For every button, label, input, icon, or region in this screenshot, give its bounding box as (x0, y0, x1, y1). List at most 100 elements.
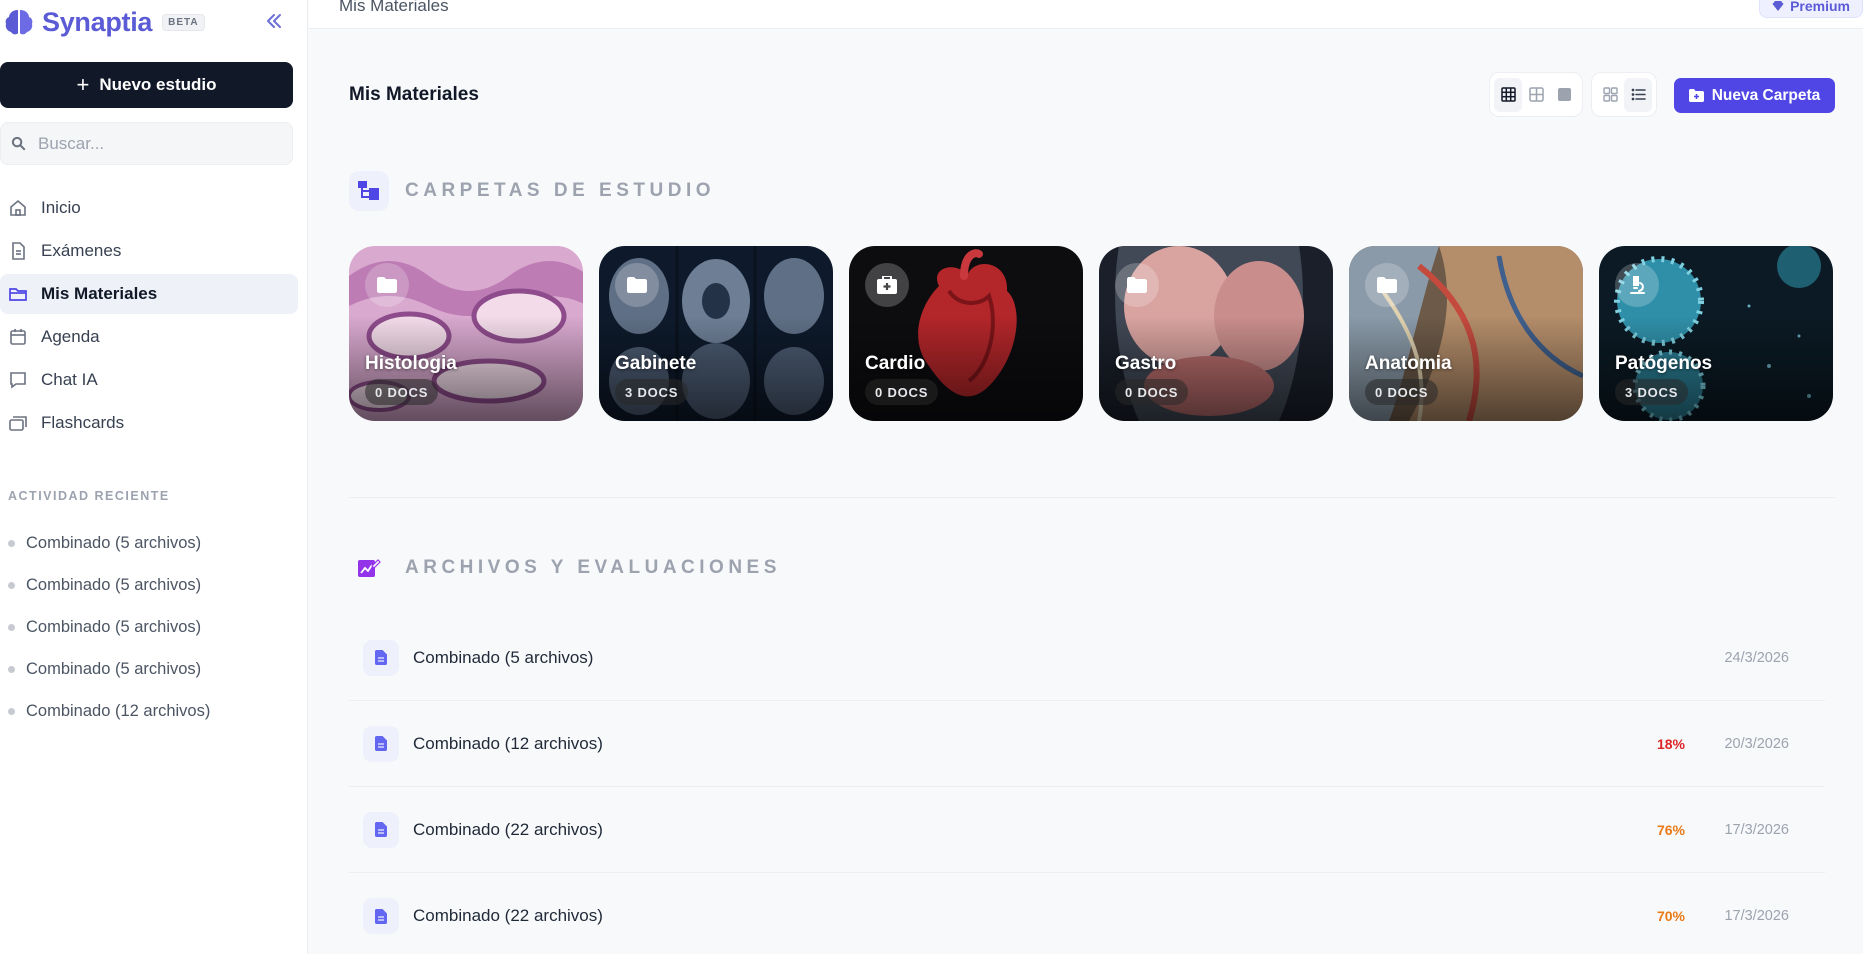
search-input[interactable] (38, 133, 278, 154)
folder-name: Patógenos (1615, 353, 1713, 374)
page-title: Mis Materiales (349, 84, 479, 105)
file-date: 17/3/2026 (1724, 821, 1789, 838)
diamond-icon (1772, 1, 1784, 11)
file-row[interactable]: Combinado (22 archivos) 70% 17/3/2026 (349, 873, 1825, 954)
recent-item-label: Combinado (5 archivos) (26, 533, 202, 552)
folder-doc-count: 3 DOCS (1615, 379, 1689, 405)
sidebar-item-label: Flashcards (41, 413, 125, 432)
brand[interactable]: Synaptia BETA (4, 6, 205, 38)
sidebar-item-label: Inicio (41, 198, 81, 217)
folder-doc-count: 0 DOCS (1115, 379, 1189, 405)
file-icon (363, 811, 399, 848)
dense-grid-button[interactable] (1494, 77, 1522, 112)
file-date: 24/3/2026 (1724, 649, 1789, 666)
folder-card-patogenos[interactable]: Patógenos 3 DOCS (1599, 246, 1833, 421)
section-divider (349, 497, 1835, 498)
collapse-sidebar-button[interactable] (262, 8, 286, 34)
folder-name: Histologia (365, 353, 457, 374)
folder-tree-icon (349, 171, 389, 211)
folder-icon (8, 284, 28, 304)
cards-icon (8, 413, 28, 433)
folders-section-title: CARPETAS DE ESTUDIO (405, 180, 716, 201)
grid-view-button[interactable] (1596, 78, 1624, 112)
file-row[interactable]: Combinado (22 archivos) 76% 17/3/2026 (349, 787, 1825, 873)
medical-kit-icon (865, 263, 909, 307)
bullet-dot (8, 539, 15, 547)
folder-icon (615, 263, 659, 307)
square-icon (1557, 88, 1571, 101)
sidebar-item-flashcards[interactable]: Flashcards (0, 403, 298, 443)
file-row[interactable]: Combinado (5 archivos) 24/3/2026 (349, 615, 1825, 701)
recent-item-label: Combinado (5 archivos) (26, 575, 202, 594)
chat-icon (8, 370, 28, 390)
recent-activity-list: Combinado (5 archivos) Combinado (5 arch… (8, 522, 298, 732)
folder-icon (365, 263, 409, 307)
folder-name: Cardio (865, 353, 926, 374)
file-row[interactable]: Combinado (12 archivos) 18% 20/3/2026 (349, 701, 1825, 787)
folder-name: Gabinete (615, 353, 697, 374)
recent-item-label: Combinado (12 archivos) (26, 701, 211, 720)
sidebar-item-label: Exámenes (41, 241, 122, 260)
medium-grid-button[interactable] (1522, 78, 1550, 112)
files-section-header: ARCHIVOS Y EVALUACIONES (349, 548, 781, 588)
folder-card-gastro[interactable]: Gastro 0 DOCS (1099, 246, 1333, 421)
search-icon (11, 136, 26, 151)
recent-item[interactable]: Combinado (5 archivos) (8, 522, 298, 564)
folder-card-histologia[interactable]: Histologia 0 DOCS (349, 246, 583, 421)
beta-badge: BETA (162, 13, 205, 31)
folder-icon (1115, 263, 1159, 307)
list-view-button[interactable] (1624, 77, 1652, 112)
search-box (0, 122, 293, 165)
folder-card-anatomia[interactable]: Anatomia 0 DOCS (1349, 246, 1583, 421)
top-bar: Mis Materiales Premium (309, 0, 1863, 29)
sidebar-item-inicio[interactable]: Inicio (0, 188, 298, 228)
file-score: 18% (1656, 735, 1685, 752)
file-score: 76% (1656, 821, 1685, 838)
bullet-dot (8, 623, 15, 631)
bullet-dot (8, 665, 15, 673)
folder-card-gabinete[interactable]: Gabinete 3 DOCS (599, 246, 833, 421)
folder-doc-count: 0 DOCS (1365, 379, 1439, 405)
recent-item-label: Combinado (5 archivos) (26, 659, 202, 678)
large-grid-button[interactable] (1550, 78, 1578, 112)
microscope-icon (1615, 263, 1659, 307)
bullet-dot (8, 581, 15, 589)
folder-doc-count: 3 DOCS (615, 379, 689, 405)
premium-badge[interactable]: Premium (1759, 0, 1863, 18)
home-icon (8, 198, 28, 218)
recent-item[interactable]: Combinado (5 archivos) (8, 564, 298, 606)
new-study-button[interactable]: + Nuevo estudio (0, 62, 293, 108)
premium-label: Premium (1790, 0, 1850, 14)
sidebar-item-label: Chat IA (41, 370, 98, 389)
sidebar-item-chat-ia[interactable]: Chat IA (0, 360, 298, 400)
sidebar-item-examenes[interactable]: Exámenes (0, 231, 298, 271)
file-name: Combinado (22 archivos) (413, 906, 603, 925)
file-date: 20/3/2026 (1724, 735, 1789, 752)
layout-toggle (1591, 72, 1657, 117)
recent-item[interactable]: Combinado (5 archivos) (8, 606, 298, 648)
file-date: 17/3/2026 (1724, 908, 1789, 924)
sidebar-item-agenda[interactable]: Agenda (0, 317, 298, 357)
file-name: Combinado (5 archivos) (413, 647, 594, 667)
plus-icon: + (76, 72, 90, 97)
chevrons-left-icon (267, 14, 281, 28)
files-list: Combinado (5 archivos) 24/3/2026 Combina… (349, 615, 1825, 954)
file-icon (363, 898, 399, 934)
recent-item[interactable]: Combinado (12 archivos) (8, 690, 298, 732)
file-name: Combinado (12 archivos) (413, 733, 603, 753)
recent-activity-title: ACTIVIDAD RECIENTE (8, 489, 170, 503)
new-folder-label: Nueva Carpeta (1711, 86, 1821, 104)
folder-name: Anatomia (1365, 353, 1452, 374)
list-view-icon (1631, 88, 1646, 101)
file-icon (363, 725, 399, 762)
new-folder-button[interactable]: Nueva Carpeta (1674, 78, 1835, 113)
new-study-label: Nuevo estudio (99, 75, 217, 94)
folder-plus-icon (1688, 89, 1704, 102)
sidebar-item-mis-materiales[interactable]: Mis Materiales (0, 274, 298, 314)
bullet-dot (8, 707, 15, 715)
calendar-icon (8, 327, 28, 347)
recent-item[interactable]: Combinado (5 archivos) (8, 648, 298, 690)
files-section-title: ARCHIVOS Y EVALUACIONES (405, 557, 781, 578)
folder-card-cardio[interactable]: Cardio 0 DOCS (849, 246, 1083, 421)
brain-logo-icon (5, 10, 33, 35)
